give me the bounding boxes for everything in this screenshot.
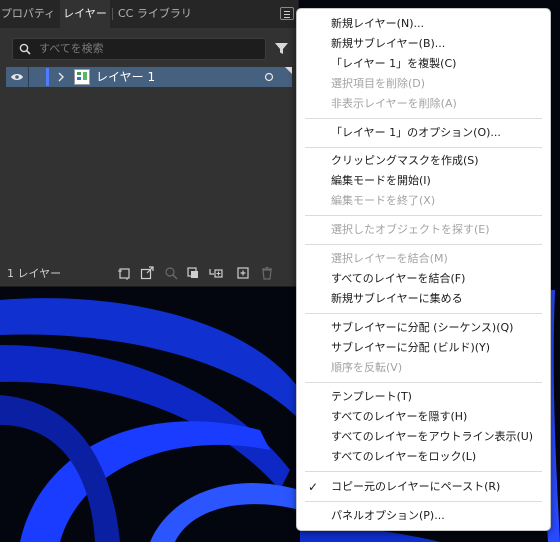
selection-corner-icon [285, 67, 292, 74]
trash-icon [262, 266, 272, 280]
menu-item-reverse-order: 順序を反転(V) [331, 361, 403, 374]
menu-item-exit-isolation-mode: 編集モードを終了(X) [331, 194, 436, 207]
menu-item-hide-all-layers[interactable]: すべてのレイヤーを隠す(H) [331, 409, 467, 425]
menu-separator [305, 244, 542, 245]
panel-flyout-menu: 新規レイヤー(N)... 新規サブレイヤー(B)... 「レイヤー 1」を複製(… [296, 8, 551, 531]
menu-item-template[interactable]: テンプレート(T) [331, 389, 412, 405]
search-field[interactable]: すべてを検索 [12, 38, 266, 60]
layer-name[interactable]: レイヤー 1 [96, 67, 155, 87]
collect-for-export-icon[interactable] [118, 266, 132, 280]
tab-layers[interactable]: レイヤー [60, 0, 110, 28]
clipping-mask-icon[interactable] [186, 266, 200, 280]
menu-separator [305, 147, 542, 148]
export-icon[interactable] [140, 266, 154, 280]
layer-count: 1 レイヤー [7, 267, 62, 280]
tab-cc-libraries[interactable]: CC ライブラリ [118, 0, 202, 28]
menu-item-enter-isolation-mode[interactable]: 編集モードを開始(I) [331, 173, 431, 189]
layer-row[interactable]: レイヤー 1 [6, 67, 292, 87]
tab-separator [112, 8, 113, 20]
menu-item-release-to-layers-build[interactable]: サブレイヤーに分配 (ビルド)(Y) [331, 340, 490, 356]
menu-item-new-layer[interactable]: 新規レイヤー(N)... [331, 16, 424, 32]
layer-thumbnail [74, 69, 90, 85]
menu-item-lock-all-layers[interactable]: すべてのレイヤーをロック(L) [331, 449, 476, 465]
menu-separator [305, 313, 542, 314]
chevron-right-icon[interactable] [57, 72, 65, 82]
menu-item-layer-options[interactable]: 「レイヤー 1」のオプション(O)... [331, 125, 501, 141]
menu-separator [305, 382, 542, 383]
menu-item-make-clipping-mask[interactable]: クリッピングマスクを作成(S) [331, 153, 479, 169]
menu-item-new-sublayer[interactable]: 新規サブレイヤー(B)... [331, 36, 445, 52]
search-icon [19, 43, 31, 55]
menu-separator [305, 501, 542, 502]
menu-item-release-to-layers-sequence[interactable]: サブレイヤーに分配 (シーケンス)(Q) [331, 320, 513, 336]
menu-item-panel-options[interactable]: パネルオプション(P)... [331, 508, 445, 524]
menu-item-delete-selection: 選択項目を削除(D) [331, 77, 426, 90]
menu-item-outline-all-layers[interactable]: すべてのレイヤーをアウトライン表示(U) [331, 429, 533, 445]
tab-properties[interactable]: プロパティ [0, 0, 56, 28]
menu-separator [305, 118, 542, 119]
new-layer-icon[interactable] [236, 266, 250, 280]
menu-item-merge-selected: 選択レイヤーを結合(M) [331, 252, 448, 265]
panel-footer: 1 レイヤー [0, 262, 298, 286]
menu-item-delete-hidden-layers: 非表示レイヤーを削除(A) [331, 97, 457, 110]
search-input[interactable]: すべてを検索 [39, 39, 104, 59]
layers-panel: プロパティ レイヤー CC ライブラリ すべてを検索 レイヤー 1 1 レイヤー [0, 0, 299, 287]
menu-separator [305, 471, 542, 472]
eye-icon[interactable] [10, 72, 24, 82]
filter-icon[interactable] [274, 41, 289, 56]
menu-item-flatten-artwork[interactable]: すべてのレイヤーを結合(F) [331, 271, 465, 287]
checkmark-icon: ✓ [308, 480, 319, 494]
locate-object-icon [165, 267, 178, 280]
menu-item-paste-remembers-layers[interactable]: コピー元のレイヤーにペースト(R) [331, 479, 500, 495]
menu-item-locate-object: 選択したオブジェクトを探す(E) [331, 223, 490, 236]
layer-color-swatch [46, 68, 49, 86]
new-sublayer-icon[interactable] [209, 266, 223, 280]
menu-separator [305, 215, 542, 216]
panel-menu-button[interactable] [280, 7, 294, 20]
menu-item-duplicate-layer[interactable]: 「レイヤー 1」を複製(C) [331, 56, 456, 72]
panel-tabbar: プロパティ レイヤー CC ライブラリ [0, 0, 298, 28]
column-divider [28, 67, 29, 87]
target-icon[interactable] [264, 72, 274, 82]
menu-item-collect-in-new-layer[interactable]: 新規サブレイヤーに集める [331, 291, 463, 307]
